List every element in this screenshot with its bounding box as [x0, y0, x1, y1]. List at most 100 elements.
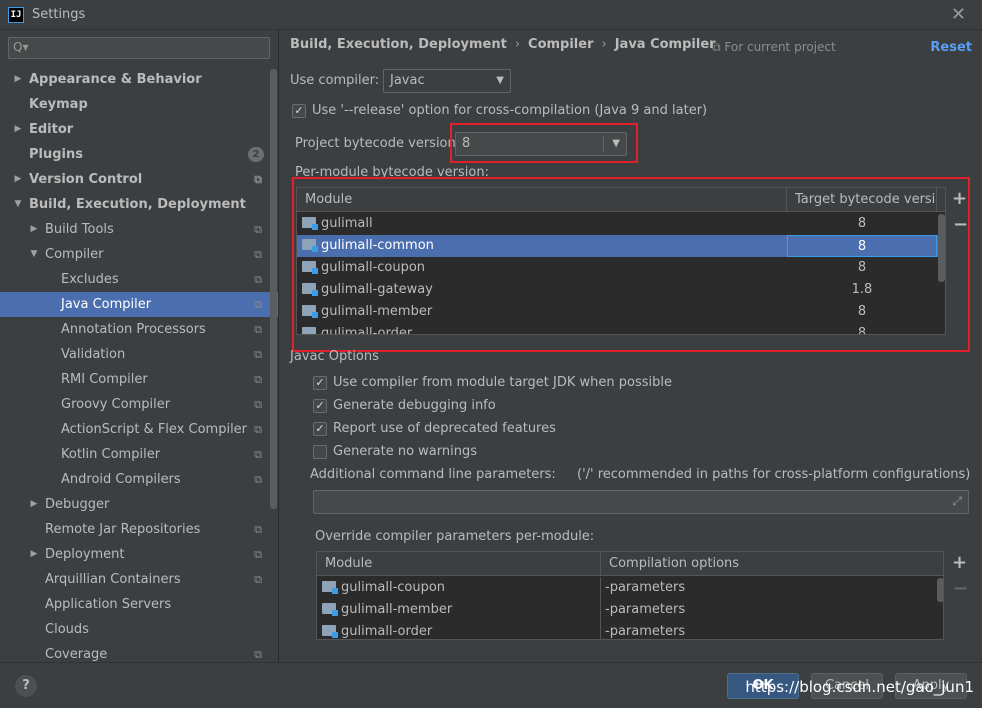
- chevron-right-icon[interactable]: ▶: [28, 542, 40, 567]
- breadcrumb-item[interactable]: Compiler: [528, 37, 593, 52]
- module-folder-icon: [322, 581, 338, 594]
- chevron-right-icon[interactable]: ▶: [28, 492, 40, 517]
- chevron-right-icon[interactable]: ▶: [28, 217, 40, 242]
- project-settings-icon: ⧉: [254, 298, 262, 311]
- checkbox-icon[interactable]: ✓: [313, 421, 327, 436]
- sidebar-item-java-compiler[interactable]: Java Compiler ⧉: [0, 292, 278, 317]
- highlight-box: [450, 123, 638, 163]
- project-settings-icon: ⧉: [254, 573, 262, 586]
- javac-option-report-use-of-deprecated-features-checkbox[interactable]: ✓ Report use of deprecated features: [313, 421, 556, 436]
- sidebar-item-keymap[interactable]: Keymap: [0, 92, 278, 117]
- close-icon[interactable]: ✕: [951, 4, 966, 25]
- table-header: Module Compilation options: [317, 552, 943, 576]
- breadcrumb-separator: ›: [601, 37, 607, 52]
- sidebar-item-clouds[interactable]: Clouds: [0, 617, 278, 642]
- sidebar-item-groovy-compiler[interactable]: Groovy Compiler ⧉: [0, 392, 278, 417]
- sidebar-item-version-control[interactable]: ▶ Version Control ⧉: [0, 167, 278, 192]
- table-scrollbar[interactable]: [937, 578, 943, 602]
- chevron-down-icon[interactable]: ▼: [28, 242, 40, 267]
- javac-option-use-compiler-from-module-target-jdk-when-possible-checkbox[interactable]: ✓ Use compiler from module target JDK whe…: [313, 375, 672, 390]
- sidebar-item-label: ActionScript & Flex Compiler: [61, 422, 248, 437]
- sidebar-item-validation[interactable]: Validation ⧉: [0, 342, 278, 367]
- sidebar-scrollbar[interactable]: [270, 69, 277, 509]
- sidebar-item-build-tools[interactable]: ▶ Build Tools ⧉: [0, 217, 278, 242]
- javac-option-generate-no-warnings-checkbox[interactable]: Generate no warnings: [313, 444, 477, 459]
- sidebar-item-arquillian-containers[interactable]: Arquillian Containers ⧉: [0, 567, 278, 592]
- compilation-options-cell[interactable]: -parameters: [605, 599, 935, 621]
- sidebar-item-plugins[interactable]: Plugins 2: [0, 142, 278, 167]
- table-row[interactable]: gulimall-member -parameters: [317, 599, 937, 621]
- sidebar-item-label: RMI Compiler: [61, 372, 148, 387]
- intellij-app-icon: IJ: [8, 6, 24, 23]
- sidebar-item-excludes[interactable]: Excludes ⧉: [0, 267, 278, 292]
- sidebar-item-appearance-behavior[interactable]: ▶ Appearance & Behavior: [0, 67, 278, 92]
- sidebar-item-label: Arquillian Containers: [45, 572, 181, 587]
- sidebar-item-kotlin-compiler[interactable]: Kotlin Compiler ⧉: [0, 442, 278, 467]
- module-name: gulimall-member: [341, 602, 453, 617]
- chevron-right-icon[interactable]: ▶: [12, 167, 24, 192]
- sidebar-item-annotation-processors[interactable]: Annotation Processors ⧉: [0, 317, 278, 342]
- project-settings-icon: ⧉: [254, 448, 262, 461]
- sidebar-item-android-compilers[interactable]: Android Compilers ⧉: [0, 467, 278, 492]
- sidebar-item-label: Keymap: [29, 97, 88, 112]
- reset-link[interactable]: Reset: [930, 40, 972, 55]
- sidebar-item-application-servers[interactable]: Application Servers: [0, 592, 278, 617]
- bytecode-version-label: Project bytecode version:: [295, 136, 461, 151]
- sidebar-item-label: Compiler: [45, 247, 104, 262]
- checkbox-icon[interactable]: ✓: [313, 375, 327, 390]
- sidebar-item-label: Application Servers: [45, 597, 172, 612]
- breadcrumb-item[interactable]: Build, Execution, Deployment: [290, 37, 507, 52]
- chevron-right-icon[interactable]: ▶: [12, 67, 24, 92]
- project-settings-icon: ⧉: [254, 398, 262, 411]
- table-row[interactable]: gulimall-order -parameters: [317, 621, 937, 639]
- sidebar-item-label: Debugger: [45, 497, 110, 512]
- checkbox-icon[interactable]: [313, 444, 327, 459]
- release-option-checkbox[interactable]: ✓ Use '--release' option for cross-compi…: [292, 103, 707, 118]
- additional-params-field[interactable]: ⤢: [313, 490, 969, 514]
- chevron-down-icon[interactable]: ▼: [12, 192, 24, 217]
- column-header-compilation-options[interactable]: Compilation options: [601, 552, 943, 576]
- add-override-button[interactable]: +: [952, 552, 967, 573]
- sidebar-item-label: Version Control: [29, 172, 143, 187]
- help-button[interactable]: ?: [15, 675, 37, 697]
- project-settings-icon: ⧉: [254, 273, 262, 286]
- search-input[interactable]: Q▾: [8, 37, 270, 59]
- sidebar-item-label: Java Compiler: [61, 297, 152, 312]
- sidebar-item-label: Plugins: [29, 147, 83, 162]
- sidebar-item-label: Editor: [29, 122, 74, 137]
- expand-icon[interactable]: ⤢: [952, 494, 962, 509]
- column-header-module[interactable]: Module: [317, 552, 601, 576]
- remove-override-button[interactable]: −: [953, 578, 968, 599]
- sidebar-item-compiler[interactable]: ▼ Compiler ⧉: [0, 242, 278, 267]
- for-current-project-label: For current project: [724, 40, 836, 54]
- sidebar-item-rmi-compiler[interactable]: RMI Compiler ⧉: [0, 367, 278, 392]
- sidebar-item-label: Deployment: [45, 547, 125, 562]
- chevron-right-icon[interactable]: ▶: [12, 117, 24, 142]
- javac-option-label: Generate debugging info: [333, 398, 496, 413]
- highlight-box: [292, 177, 970, 352]
- compilation-options-cell[interactable]: -parameters: [605, 577, 935, 599]
- javac-option-generate-debugging-info-checkbox[interactable]: ✓ Generate debugging info: [313, 398, 496, 413]
- sidebar-item-remote-jar-repositories[interactable]: Remote Jar Repositories ⧉: [0, 517, 278, 542]
- sidebar-item-label: Build, Execution, Deployment: [29, 197, 246, 212]
- compilation-options-cell[interactable]: -parameters: [605, 621, 935, 639]
- sidebar-item-coverage[interactable]: Coverage ⧉: [0, 642, 278, 662]
- dialog-footer: ? OK Cancel Apply https://blog.csdn.net/…: [0, 662, 982, 708]
- chevron-down-icon: ▼: [496, 75, 504, 86]
- checkbox-icon[interactable]: ✓: [313, 398, 327, 413]
- use-compiler-select[interactable]: Javac ▼: [383, 69, 511, 93]
- sidebar-item-label: Android Compilers: [61, 472, 181, 487]
- sidebar-item-actionscript-flex-compiler[interactable]: ActionScript & Flex Compiler ⧉: [0, 417, 278, 442]
- project-settings-icon: ⧉: [254, 523, 262, 536]
- sidebar-item-deployment[interactable]: ▶ Deployment ⧉: [0, 542, 278, 567]
- use-compiler-value: Javac: [390, 73, 425, 88]
- breadcrumb-separator: ›: [514, 37, 521, 52]
- sidebar-item-editor[interactable]: ▶ Editor: [0, 117, 278, 142]
- javac-option-label: Generate no warnings: [333, 444, 478, 459]
- table-row[interactable]: gulimall-coupon -parameters: [317, 577, 937, 599]
- project-settings-icon: ⧉: [254, 473, 262, 486]
- checkbox-icon[interactable]: ✓: [292, 103, 306, 118]
- sidebar-item-build-execution-deployment[interactable]: ▼ Build, Execution, Deployment: [0, 192, 278, 217]
- sidebar-item-label: Annotation Processors: [61, 322, 206, 337]
- sidebar-item-debugger[interactable]: ▶ Debugger: [0, 492, 278, 517]
